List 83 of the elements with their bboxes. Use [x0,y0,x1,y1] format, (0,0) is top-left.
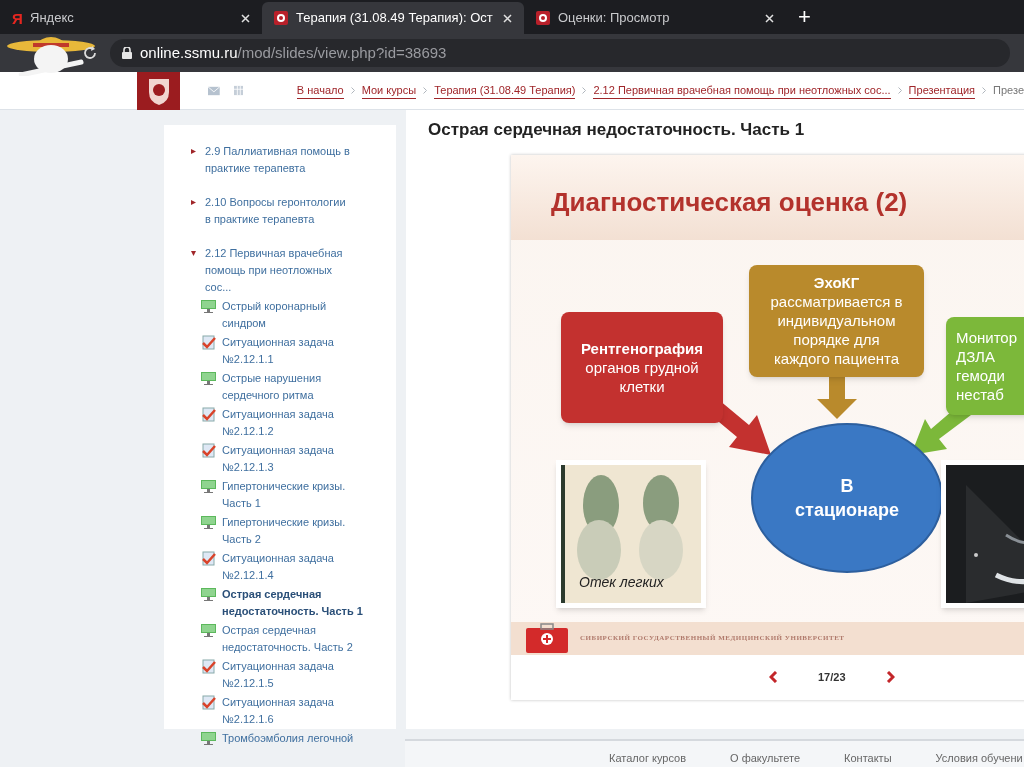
activity-link[interactable]: Ситуационная задача №2.12.1.5 [222,658,367,692]
breadcrumb-link[interactable]: 2.12 Первичная врачебная помощь при неотложных сос... [593,81,891,100]
breadcrumb-link[interactable]: В начало [296,81,344,100]
checklist-icon [201,443,216,458]
callout-text: нестаб [955,384,1004,404]
checklist-icon [201,695,216,710]
activity-link[interactable]: Ситуационная задача №2.12.1.3 [222,442,367,476]
yandex-logo: Я [12,10,22,26]
chevron-icon [897,87,902,94]
chevron-icon [982,87,987,94]
checklist-icon [201,407,216,422]
monitor-icon [201,480,216,493]
callout-heading: ЭхоКГ [813,273,860,292]
activity-link[interactable]: Острая сердечная недостаточность. Часть 1 [222,586,367,620]
callout-text: рассматривается в [770,292,903,311]
activity-link[interactable]: Гипертонические кризы. Часть 1 [222,478,367,512]
browser-tab[interactable]: Оценки: Просмотр [524,2,786,34]
activity-link[interactable]: Ситуационная задача №2.12.1.6 [222,694,367,728]
callout-text: каждого пациента [773,349,900,368]
callout-text: Монитор [955,327,1018,347]
activity-link[interactable]: Гипертонические кризы. Часть 2 [222,514,367,548]
monitor-icon [201,300,216,313]
new-tab-button[interactable]: + [798,6,811,28]
caret-down-icon[interactable] [191,251,196,256]
close-icon[interactable] [503,13,512,23]
chevron-icon [423,87,428,94]
callout-text: клетки [619,376,665,396]
breadcrumb-link[interactable]: Презе [993,82,1024,99]
callout-text: ДЗЛА [955,346,995,366]
activity-link[interactable]: Острая сердечная недостаточность. Часть 2 [222,622,367,656]
caret-right-icon[interactable] [191,200,196,205]
callout-heading: Рентгенография [580,338,703,358]
lock-icon [122,47,132,59]
callout-text: гемоди [955,365,1005,385]
close-icon[interactable] [241,13,250,23]
caret-right-icon[interactable] [191,149,196,154]
activity-link[interactable]: Острый коронарный синдром [222,298,367,332]
activity-link[interactable]: Ситуационная задача №2.12.1.2 [222,406,367,440]
chevron-icon [582,87,587,94]
next-icon[interactable] [885,671,895,683]
footer-link[interactable]: Условия обучени [935,749,1023,766]
crest-icon [274,11,288,25]
checklist-icon [201,551,216,566]
section-link[interactable]: 2.12 Первичная врачебная помощь при неотложных сос... [205,245,353,296]
browser-tab[interactable]: Терапия (31.08.49 Терапия): Ост [262,2,524,34]
section-link[interactable]: 2.10 Вопросы геронтологии в практике терапевта [205,194,353,228]
checklist-icon [201,335,216,350]
callout-text: органов грудной [585,357,699,377]
monitor-icon [201,732,216,745]
callout-text: индивидуальном [777,311,896,330]
breadcrumb-link[interactable]: Презентация [908,81,976,100]
tab-title: Оценки: Просмотр [558,9,671,28]
monitor-icon [201,516,216,529]
slide-title: Диагностическая оценка (2) [551,185,908,219]
breadcrumb-link[interactable]: Мои курсы [361,81,417,100]
photo-caption: Отек легких [579,572,664,592]
activity-link[interactable]: Тромбоэмболия легочной [222,730,367,747]
footer-link[interactable]: Контакты [844,749,892,766]
monitor-icon [201,624,216,637]
tab-title: Терапия (31.08.49 Терапия): Ост [296,9,494,28]
monitor-icon [201,372,216,385]
refresh-icon[interactable] [82,45,98,61]
activity-link[interactable]: Ситуационная задача №2.12.1.1 [222,334,367,368]
previous-icon[interactable] [769,671,778,683]
footer-link[interactable]: Каталог курсов [609,749,687,766]
footer-link[interactable]: О факультете [730,749,801,766]
activity-link[interactable]: Острые нарушения сердечного ритма [222,370,367,404]
crest-icon [536,11,550,25]
close-icon[interactable] [765,13,774,23]
callout-text: порядке для [793,330,880,349]
center-label: В стационаре [794,474,900,522]
section-link[interactable]: 2.9 Паллиативная помощь в практике терапевта [205,143,353,177]
tab-title: Яндекс [30,9,75,28]
monitor-icon [201,588,216,601]
checklist-icon [201,659,216,674]
medical-bag-icon [526,623,568,653]
site-logo[interactable] [137,71,180,110]
activity-link[interactable]: Ситуационная задача №2.12.1.4 [222,550,367,584]
slide-counter: 17/23 [818,669,846,685]
page-title: Острая сердечная недостаточность. Часть 1 [428,119,806,141]
browser-tab[interactable]: Я Яндекс [0,2,262,34]
chevron-icon [350,87,355,94]
breadcrumb-link[interactable]: Терапия (31.08.49 Терапия) [434,81,576,100]
